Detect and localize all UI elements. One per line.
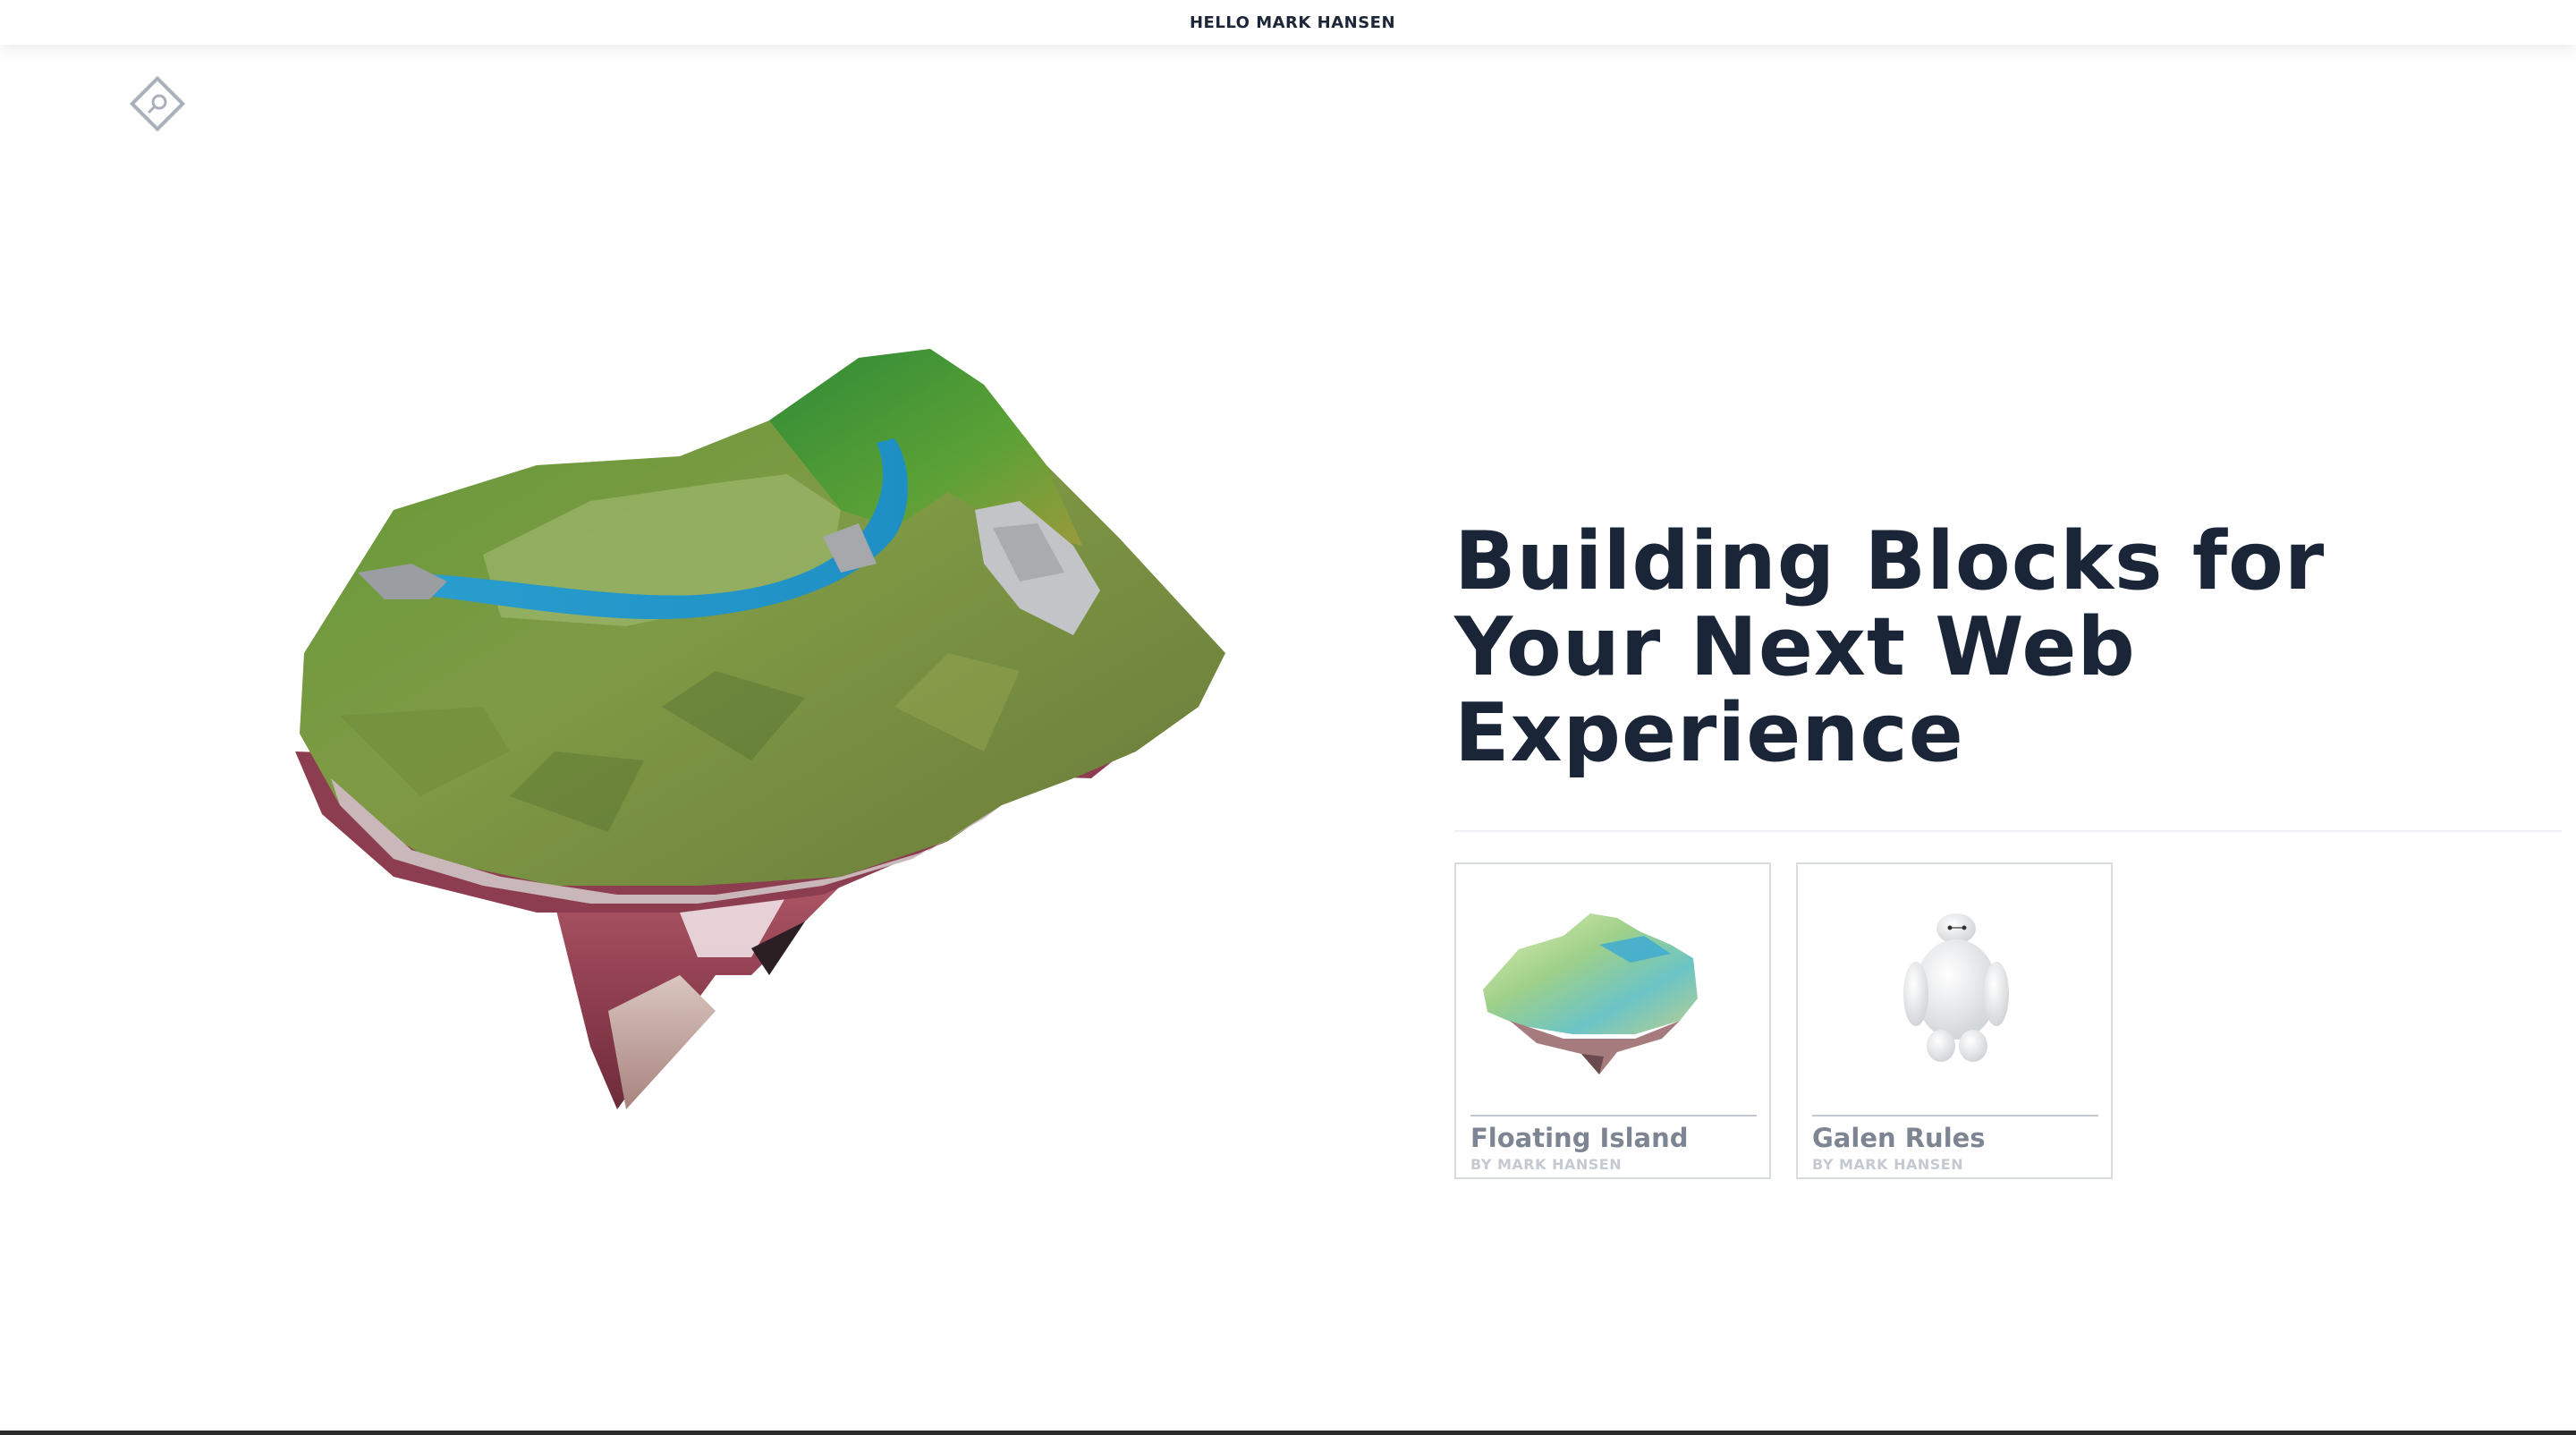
divider	[1454, 830, 2562, 832]
floating-island-illustration	[295, 349, 1225, 1109]
model-card-floating-island[interactable]: Floating Island BY MARK HANSEN	[1454, 862, 1771, 1179]
logo-search-button[interactable]	[125, 72, 190, 136]
card-divider	[1470, 1115, 1757, 1117]
page-headline: Building Blocks for Your Next Web Experi…	[1454, 514, 2326, 780]
floating-island-thumbnail	[1483, 913, 1698, 1074]
floating-island-model[interactable]	[215, 331, 1243, 1118]
model-card-list: Floating Island BY MARK HANSEN Galen Rul…	[1454, 862, 2113, 1179]
window-bottom-edge	[0, 1431, 2576, 1435]
model-card-galen-rules[interactable]: Galen Rules BY MARK HANSEN	[1796, 862, 2113, 1179]
top-bar: HELLO MARK HANSEN	[0, 0, 2576, 45]
card-divider	[1812, 1115, 2098, 1117]
card-title: Galen Rules	[1812, 1123, 1986, 1153]
card-title: Floating Island	[1470, 1123, 1689, 1153]
card-author: BY MARK HANSEN	[1470, 1156, 1623, 1173]
search-diamond-icon	[129, 75, 186, 132]
galen-robot-thumbnail	[1903, 913, 2009, 1062]
card-author: BY MARK HANSEN	[1812, 1156, 1964, 1173]
user-greeting[interactable]: HELLO MARK HANSEN	[1190, 13, 1395, 32]
